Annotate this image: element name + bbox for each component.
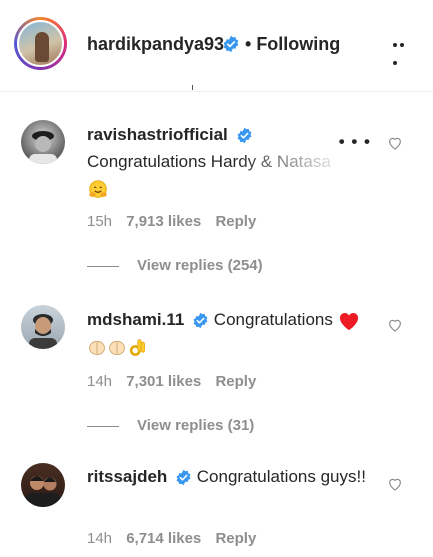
- reply-button[interactable]: Reply: [215, 213, 256, 230]
- comment-message: Congratulations: [213, 310, 333, 329]
- comment-time[interactable]: 15h: [87, 213, 112, 230]
- verified-badge-icon: [237, 127, 251, 144]
- verified-badge-icon: [193, 312, 208, 329]
- story-ring[interactable]: [14, 17, 67, 70]
- comment-options-icon[interactable]: • • •: [339, 132, 371, 152]
- reply-button[interactable]: Reply: [215, 530, 256, 547]
- following-button[interactable]: • Following: [245, 34, 340, 55]
- post-header: hardikpandya93 • Following: [0, 0, 433, 92]
- avatar[interactable]: [21, 120, 65, 164]
- comment-username[interactable]: ritssajdeh: [87, 467, 167, 486]
- comment-meta: 14h 7,301 likes Reply: [87, 373, 266, 390]
- avatar[interactable]: [21, 463, 65, 507]
- verified-badge-icon: [176, 469, 191, 486]
- comment-meta: 15h 7,913 likes Reply: [87, 213, 266, 230]
- red-heart-emoji: [339, 312, 358, 330]
- hugging-face-emoji: [89, 179, 107, 198]
- folded-hands-emoji: [109, 340, 125, 355]
- comment-message: Congratulations Hardy & Natasa: [87, 152, 331, 171]
- comment-username[interactable]: mdshami.11: [87, 310, 184, 329]
- divider: [87, 265, 119, 267]
- like-heart-icon[interactable]: [387, 317, 403, 333]
- avatar[interactable]: [21, 305, 65, 349]
- more-options-icon[interactable]: [393, 36, 413, 65]
- comment-username[interactable]: ravishastriofficial: [87, 125, 228, 144]
- comment-likes[interactable]: 7,913 likes: [126, 213, 201, 230]
- comment-time[interactable]: 14h: [87, 373, 112, 390]
- comment-time[interactable]: 14h: [87, 530, 112, 547]
- divider: [87, 425, 119, 427]
- comment-likes[interactable]: 6,714 likes: [126, 530, 201, 547]
- header-username[interactable]: hardikpandya93: [87, 34, 224, 55]
- like-heart-icon[interactable]: [387, 135, 403, 151]
- verified-badge-icon: [223, 35, 239, 53]
- ok-hand-emoji: [129, 338, 145, 356]
- comment-text: ravishastriofficial Congratulations Hard…: [87, 121, 377, 202]
- comment-meta: 14h 6,714 likes Reply: [87, 530, 266, 547]
- folded-hands-emoji: [89, 340, 105, 355]
- like-heart-icon[interactable]: [387, 476, 403, 492]
- avatar[interactable]: [17, 20, 64, 67]
- scroll-indicator: [190, 85, 193, 90]
- view-replies-button[interactable]: View replies (254): [87, 257, 263, 274]
- reply-button[interactable]: Reply: [215, 373, 256, 390]
- comment-likes[interactable]: 7,301 likes: [126, 373, 201, 390]
- comment-message: Congratulations guys!!: [196, 467, 366, 486]
- view-replies-button[interactable]: View replies (31): [87, 417, 254, 434]
- comment-text: mdshami.11 Congratulations: [87, 306, 377, 360]
- comment-text: ritssajdeh Congratulations guys!!: [87, 463, 377, 490]
